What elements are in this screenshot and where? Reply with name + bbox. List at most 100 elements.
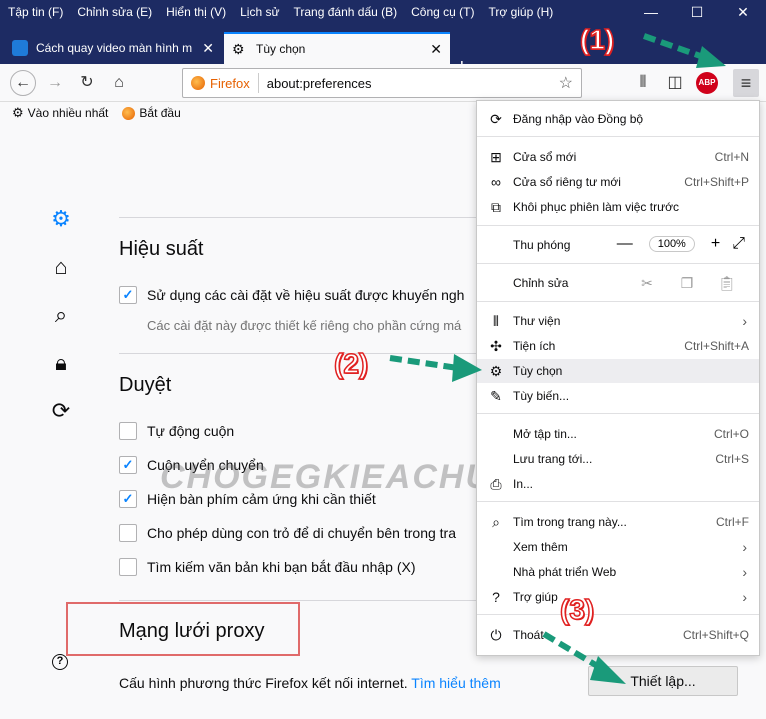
bookmark-star-icon[interactable]: ☆ xyxy=(559,73,573,93)
divider xyxy=(119,217,479,218)
tab-title: Cách quay video màn hình m xyxy=(36,41,193,55)
checkbox-box[interactable]: ✓ xyxy=(119,456,137,474)
checkbox-box[interactable] xyxy=(119,524,137,542)
minimize-button[interactable]: — xyxy=(628,0,674,24)
menu-bookmarks[interactable]: Trang đánh dấu (B) xyxy=(294,5,398,19)
home-button[interactable]: ⌂ xyxy=(108,72,130,94)
annotation-arrow-1 xyxy=(642,33,726,68)
new-window-icon: ⊞ xyxy=(490,148,502,165)
menu-private-window[interactable]: ∞ Cửa sổ riêng tư mới Ctrl+Shift+P xyxy=(477,170,759,194)
menu-find[interactable]: ⌕ Tìm trong trang này... Ctrl+F xyxy=(477,510,759,534)
menu-more[interactable]: Xem thêm › xyxy=(477,535,759,559)
tab-video-guide[interactable]: Cách quay video màn hình m ✕ xyxy=(4,32,222,64)
separator xyxy=(477,614,759,615)
help-icon: ? xyxy=(492,589,500,605)
tab-options[interactable]: ⚙ Tùy chọn ✕ xyxy=(224,32,450,64)
close-window-button[interactable]: ✕ xyxy=(720,0,766,24)
library-icon: ⫴ xyxy=(493,312,499,329)
help-icon[interactable]: ? xyxy=(52,654,68,670)
autoscroll-checkbox[interactable]: Tự động cuộn xyxy=(119,422,234,440)
close-tab-icon[interactable]: ✕ xyxy=(202,40,214,57)
close-tab-icon[interactable]: ✕ xyxy=(430,41,442,58)
search-category-icon[interactable]: ⌕ xyxy=(48,302,74,328)
cut-icon[interactable]: ✂ xyxy=(627,275,667,292)
sync-category-icon[interactable]: ⟳ xyxy=(48,398,74,424)
menu-save-page[interactable]: Lưu trang tới... Ctrl+S xyxy=(477,447,759,471)
annotation-step-1: (1) xyxy=(579,23,615,56)
paste-icon[interactable]: 📋︎ xyxy=(707,275,747,292)
chevron-right-icon: › xyxy=(742,564,747,580)
menu-new-window[interactable]: ⊞ Cửa sổ mới Ctrl+N xyxy=(477,145,759,169)
separator xyxy=(477,413,759,414)
recommended-performance-checkbox[interactable]: ✓ Sử dụng các cài đặt về hiệu suất được … xyxy=(119,286,464,304)
menu-edit[interactable]: Chỉnh sửa (E) xyxy=(77,5,152,19)
menu-sync[interactable]: ⟳ Đăng nhập vào Đồng bộ xyxy=(477,107,759,131)
performance-heading: Hiệu suất xyxy=(119,238,204,260)
separator xyxy=(477,225,759,226)
zoom-reset-button[interactable]: 100% xyxy=(648,236,695,252)
chevron-right-icon: › xyxy=(742,589,747,605)
edit-controls: ✂ ❐ 📋︎ xyxy=(627,275,747,292)
search-icon: ⌕ xyxy=(492,513,500,530)
browsing-heading: Duyệt xyxy=(119,374,172,396)
restore-icon: ⧉ xyxy=(491,198,501,215)
url-bar[interactable]: Firefox ☆ xyxy=(182,68,582,98)
copy-icon[interactable]: ❐ xyxy=(667,275,707,292)
learn-more-link[interactable]: Tìm hiểu thêm xyxy=(411,675,500,691)
home-category-icon[interactable]: ⌂ xyxy=(48,254,74,280)
menu-bar: Tập tin (F) Chỉnh sửa (E) Hiển thị (V) L… xyxy=(0,0,766,24)
sidebar-icon[interactable]: ◫ xyxy=(664,72,686,94)
library-icon[interactable]: ⫴ xyxy=(632,72,654,94)
zoom-out-button[interactable]: — xyxy=(617,235,633,253)
menu-help[interactable]: Trợ giúp (H) xyxy=(488,5,553,19)
checkbox-box[interactable]: ✓ xyxy=(119,490,137,508)
tab-title: Tùy chọn xyxy=(256,42,306,56)
menu-library[interactable]: ⫴ Thư viện › xyxy=(477,309,759,333)
reload-button[interactable]: ↻ xyxy=(76,72,98,94)
recommended-performance-hint: Các cài đặt này được thiết kế riêng cho … xyxy=(147,318,462,333)
highlight-box xyxy=(66,602,300,656)
privacy-lock-icon[interactable]: 🔒︎ xyxy=(48,350,74,376)
annotation-arrow-2 xyxy=(389,354,482,382)
menu-addons[interactable]: ✣ Tiện ích Ctrl+Shift+A xyxy=(477,334,759,358)
search-on-typing-checkbox[interactable]: Tìm kiếm văn bản khi bạn bắt đầu nhập (X… xyxy=(119,558,415,576)
fullscreen-icon[interactable]: ⤢ xyxy=(732,235,745,253)
adblock-icon[interactable]: ABP xyxy=(696,72,718,94)
annotation-step-3: (3) xyxy=(559,593,595,626)
maximize-button[interactable]: ☐ xyxy=(674,0,720,24)
menu-tools[interactable]: Công cụ (T) xyxy=(411,5,474,19)
back-button[interactable]: ← xyxy=(10,70,36,96)
menu-print[interactable]: ⎙ In... xyxy=(477,472,759,496)
site-favicon-icon xyxy=(12,40,28,56)
chevron-right-icon: › xyxy=(742,313,747,329)
menu-open-file[interactable]: Mở tập tin... Ctrl+O xyxy=(477,422,759,446)
bookmark-getting-started[interactable]: Bắt đầu xyxy=(122,106,181,120)
identity-box[interactable]: Firefox xyxy=(183,73,259,93)
url-input[interactable] xyxy=(266,75,559,91)
bookmark-most-visited[interactable]: ⚙ Vào nhiều nhất xyxy=(12,105,108,121)
menu-customize[interactable]: ✎ Tùy biến... xyxy=(477,384,759,408)
proxy-description: Cấu hình phương thức Firefox kết nối int… xyxy=(119,675,501,691)
private-mask-icon: ∞ xyxy=(491,174,501,190)
menu-file[interactable]: Tập tin (F) xyxy=(8,5,63,19)
gear-icon: ⚙ xyxy=(489,362,503,379)
zoom-in-button[interactable]: + xyxy=(711,235,720,253)
menu-help[interactable]: ? Trợ giúp › xyxy=(477,585,759,609)
caret-browsing-checkbox[interactable]: Cho phép dùng con trỏ để di chuyển bên t… xyxy=(119,524,456,542)
hamburger-menu-button[interactable]: ≡ xyxy=(733,69,759,97)
menu-web-developer[interactable]: Nhà phát triển Web › xyxy=(477,560,759,584)
general-category-gear-icon[interactable]: ⚙ xyxy=(48,206,74,232)
checkbox-box[interactable] xyxy=(119,558,137,576)
menu-history[interactable]: Lịch sử xyxy=(240,5,279,19)
divider xyxy=(119,600,479,601)
menu-view[interactable]: Hiển thị (V) xyxy=(166,5,226,19)
checkbox-box[interactable] xyxy=(119,422,137,440)
puzzle-icon: ✣ xyxy=(490,337,502,354)
separator xyxy=(477,501,759,502)
sync-icon: ⟳ xyxy=(490,110,502,127)
checkbox-box[interactable]: ✓ xyxy=(119,286,137,304)
menu-restore-session[interactable]: ⧉ Khôi phục phiên làm việc trước xyxy=(477,195,759,219)
menu-options[interactable]: ⚙ Tùy chọn xyxy=(477,359,759,383)
firefox-icon xyxy=(191,76,205,90)
forward-button[interactable]: → xyxy=(44,72,66,94)
